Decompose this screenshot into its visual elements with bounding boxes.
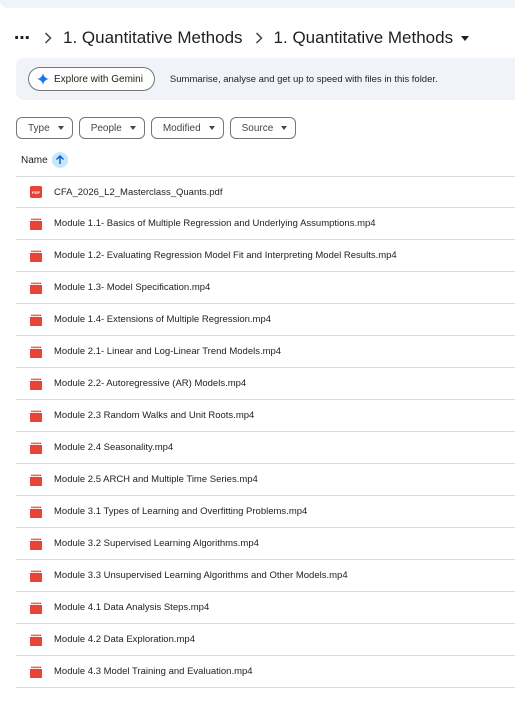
name-column-label: Name (21, 154, 48, 166)
chevron-right-icon (249, 26, 269, 50)
explore-with-gemini-button[interactable]: Explore with Gemini (28, 67, 155, 91)
video-file-icon (30, 537, 42, 550)
gemini-description: Summarise, analyse and get up to speed w… (169, 73, 438, 85)
file-row[interactable]: Module 3.1 Types of Learning and Overfit… (16, 496, 515, 528)
svg-text:PDF: PDF (32, 190, 41, 195)
file-name: Module 1.3- Model Specification.mp4 (54, 282, 211, 293)
filter-type-chip[interactable]: Type (16, 117, 73, 139)
gemini-spark-icon (37, 73, 49, 85)
file-row[interactable]: Module 1.2- Evaluating Regression Model … (16, 240, 515, 272)
caret-down-icon[interactable] (461, 35, 470, 41)
file-name: Module 4.3 Model Training and Evaluation… (54, 666, 253, 677)
file-name: Module 2.3 Random Walks and Unit Roots.m… (54, 410, 255, 421)
video-file-icon (30, 249, 42, 262)
sort-ascending-button[interactable] (51, 152, 68, 168)
video-file-icon (30, 633, 42, 646)
video-file-icon (30, 217, 42, 230)
video-file-icon (30, 665, 42, 678)
filter-source-chip[interactable]: Source (229, 117, 297, 139)
file-row[interactable]: Module 2.3 Random Walks and Unit Roots.m… (16, 400, 515, 432)
video-file-icon (30, 409, 42, 422)
file-name: Module 2.1- Linear and Log-Linear Trend … (54, 346, 282, 357)
video-file-icon (30, 281, 42, 294)
file-row[interactable]: Module 4.3 Model Training and Evaluation… (16, 656, 515, 688)
filter-modified-chip[interactable]: Modified (150, 117, 224, 139)
file-row[interactable]: Module 3.3 Unsupervised Learning Algorit… (16, 560, 515, 592)
video-file-icon (30, 377, 42, 390)
file-name: CFA_2026_L2_Masterclass_Quants.pdf (54, 186, 223, 198)
gemini-suggestion-card: Explore with Gemini Summarise, analyse a… (16, 58, 515, 100)
file-row[interactable]: Module 4.1 Data Analysis Steps.mp4 (16, 592, 515, 624)
file-name: Module 3.3 Unsupervised Learning Algorit… (54, 570, 348, 581)
explore-with-gemini-label: Explore with Gemini (54, 73, 143, 85)
file-row[interactable]: Module 2.1- Linear and Log-Linear Trend … (16, 336, 515, 368)
dropdown-arrow-icon (281, 126, 288, 130)
filter-type-label: Type (28, 122, 50, 134)
file-name: Module 2.4 Seasonality.mp4 (54, 442, 174, 453)
dropdown-arrow-icon (129, 126, 136, 130)
pdf-file-icon: PDF (30, 186, 42, 198)
filter-modified-label: Modified (162, 122, 201, 134)
file-row[interactable]: Module 1.1- Basics of Multiple Regressio… (16, 208, 515, 240)
file-row[interactable]: Module 2.2- Autoregressive (AR) Models.m… (16, 368, 515, 400)
breadcrumb-item-current[interactable]: 1. Quantitative Methods (274, 28, 454, 48)
breadcrumb-item-parent[interactable]: 1. Quantitative Methods (63, 28, 243, 48)
file-name: Module 4.1 Data Analysis Steps.mp4 (54, 602, 210, 613)
file-name: Module 1.2- Evaluating Regression Model … (54, 250, 397, 261)
file-row[interactable]: Module 4.2 Data Exploration.mp4 (16, 624, 515, 656)
file-name: Module 1.4- Extensions of Multiple Regre… (54, 314, 272, 325)
filter-people-label: People (90, 122, 122, 134)
filter-people-chip[interactable]: People (78, 117, 145, 139)
file-row[interactable]: Module 1.3- Model Specification.mp4 (16, 272, 515, 304)
video-file-icon (30, 441, 42, 454)
arrow-up-icon (55, 155, 64, 164)
file-name: Module 2.5 ARCH and Multiple Time Series… (54, 474, 258, 485)
chevron-right-icon (38, 26, 58, 50)
breadcrumb: ⋯ 1. Quantitative Methods 1. Quantitativ… (14, 26, 470, 50)
file-name: Module 2.2- Autoregressive (AR) Models.m… (54, 378, 247, 389)
dropdown-arrow-icon (208, 126, 215, 130)
video-file-icon (30, 505, 42, 518)
file-name: Module 3.1 Types of Learning and Overfit… (54, 506, 308, 517)
file-name: Module 1.1- Basics of Multiple Regressio… (54, 218, 376, 229)
file-name: Module 3.2 Supervised Learning Algorithm… (54, 538, 259, 549)
video-file-icon (30, 313, 42, 326)
file-name: Module 4.2 Data Exploration.mp4 (54, 634, 195, 645)
filter-source-label: Source (241, 122, 274, 134)
video-file-icon (30, 345, 42, 358)
filter-chips: Type People Modified Source (16, 117, 297, 139)
video-file-icon (30, 473, 42, 486)
dropdown-arrow-icon (57, 126, 64, 130)
file-row[interactable]: Module 2.5 ARCH and Multiple Time Series… (16, 464, 515, 496)
file-row[interactable]: Module 3.2 Supervised Learning Algorithm… (16, 528, 515, 560)
name-column-header[interactable]: Name (21, 150, 68, 170)
file-row[interactable]: Module 2.4 Seasonality.mp4 (16, 432, 515, 464)
video-file-icon (30, 569, 42, 582)
file-row[interactable]: Module 1.4- Extensions of Multiple Regre… (16, 304, 515, 336)
file-list: PDF CFA_2026_L2_Masterclass_Quants.pdf Mod… (16, 176, 515, 688)
breadcrumb-overflow-button[interactable]: ⋯ (14, 28, 32, 48)
video-file-icon (30, 601, 42, 614)
top-toolbar-strip (0, 0, 515, 8)
file-row[interactable]: PDF CFA_2026_L2_Masterclass_Quants.pdf (16, 176, 515, 208)
